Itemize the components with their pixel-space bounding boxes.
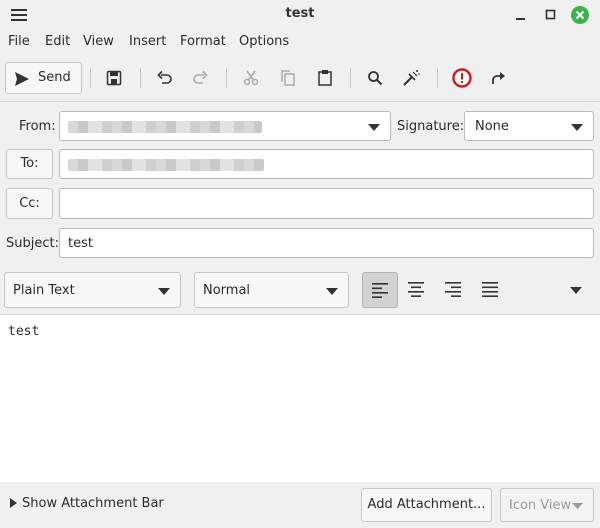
toolbar-separator: [350, 68, 351, 88]
align-center-button[interactable]: [399, 272, 435, 308]
save-icon[interactable]: [103, 67, 125, 89]
from-label: From:: [19, 119, 56, 134]
chevron-down-icon: [158, 288, 170, 295]
align-right-button[interactable]: [436, 272, 472, 308]
align-left-icon: [372, 283, 388, 298]
signature-label: Signature:: [397, 119, 465, 134]
chevron-down-icon: [368, 124, 380, 131]
align-justify-icon: [482, 282, 498, 297]
menu-insert[interactable]: Insert: [129, 34, 166, 49]
chevron-down-icon: [571, 124, 583, 131]
toolbar-separator: [140, 68, 141, 88]
chevron-down-icon: [572, 503, 583, 509]
subject-label: Subject:: [6, 236, 59, 251]
show-attachment-bar-label: Show Attachment Bar: [22, 496, 164, 511]
toolbar: Send: [0, 56, 600, 100]
hamburger-menu-icon[interactable]: [10, 7, 28, 23]
forward-icon[interactable]: [488, 67, 510, 89]
menu-file[interactable]: File: [8, 34, 30, 49]
find-icon[interactable]: [364, 67, 386, 89]
priority-icon[interactable]: [451, 67, 473, 89]
format-mode-combo[interactable]: Plain Text: [4, 272, 181, 308]
menu-edit[interactable]: Edit: [45, 34, 70, 49]
signature-value: None: [475, 119, 509, 134]
cut-icon[interactable]: [240, 67, 262, 89]
send-icon: [15, 72, 29, 86]
paragraph-style-combo[interactable]: Normal: [194, 272, 349, 308]
message-body[interactable]: test: [0, 315, 600, 482]
cc-button[interactable]: Cc:: [6, 188, 53, 219]
minimize-icon[interactable]: [511, 5, 531, 25]
send-button-label: Send: [38, 70, 71, 85]
paste-icon[interactable]: [314, 67, 336, 89]
from-combo[interactable]: [59, 111, 391, 141]
add-attachment-button[interactable]: Add Attachment...: [361, 488, 492, 522]
to-address-redacted: [68, 159, 264, 171]
icon-view-combo[interactable]: Icon View: [500, 488, 594, 522]
window-title: test: [285, 6, 315, 21]
align-justify-button[interactable]: [473, 272, 509, 308]
align-right-icon: [445, 282, 461, 297]
triangle-right-icon: [10, 498, 17, 508]
close-icon[interactable]: [570, 5, 590, 25]
menu-format[interactable]: Format: [180, 34, 226, 49]
menu-options[interactable]: Options: [239, 34, 289, 49]
subject-value: test: [68, 236, 93, 251]
align-left-button[interactable]: [362, 272, 398, 308]
message-body-text: test: [8, 324, 40, 339]
menu-view[interactable]: View: [83, 34, 114, 49]
from-address-redacted: [68, 121, 262, 133]
paragraph-style-value: Normal: [203, 283, 251, 298]
chevron-down-icon: [326, 288, 338, 295]
align-center-icon: [408, 282, 424, 297]
overflow-chevron-down-icon[interactable]: [570, 287, 582, 294]
maximize-icon[interactable]: [541, 5, 561, 25]
format-mode-value: Plain Text: [13, 283, 75, 298]
title-bar: test: [0, 0, 600, 30]
undo-icon[interactable]: [154, 67, 176, 89]
to-button[interactable]: To:: [6, 149, 53, 179]
toolbar-separator: [90, 68, 91, 88]
toolbar-divider: [0, 101, 600, 102]
toolbar-separator: [437, 68, 438, 88]
signature-combo[interactable]: None: [464, 111, 594, 141]
cc-field[interactable]: [59, 188, 594, 219]
menu-bar: File Edit View Insert Format Options: [0, 30, 600, 54]
icon-view-label: Icon View: [509, 498, 572, 513]
send-button[interactable]: Send: [5, 62, 82, 94]
redo-icon[interactable]: [189, 67, 211, 89]
toolbar-separator: [226, 68, 227, 88]
to-field[interactable]: [59, 149, 594, 179]
attachment-bar: Show Attachment Bar Add Attachment... Ic…: [0, 482, 600, 528]
copy-icon[interactable]: [277, 67, 299, 89]
spellcheck-icon[interactable]: [400, 67, 422, 89]
subject-field[interactable]: test: [59, 228, 594, 258]
